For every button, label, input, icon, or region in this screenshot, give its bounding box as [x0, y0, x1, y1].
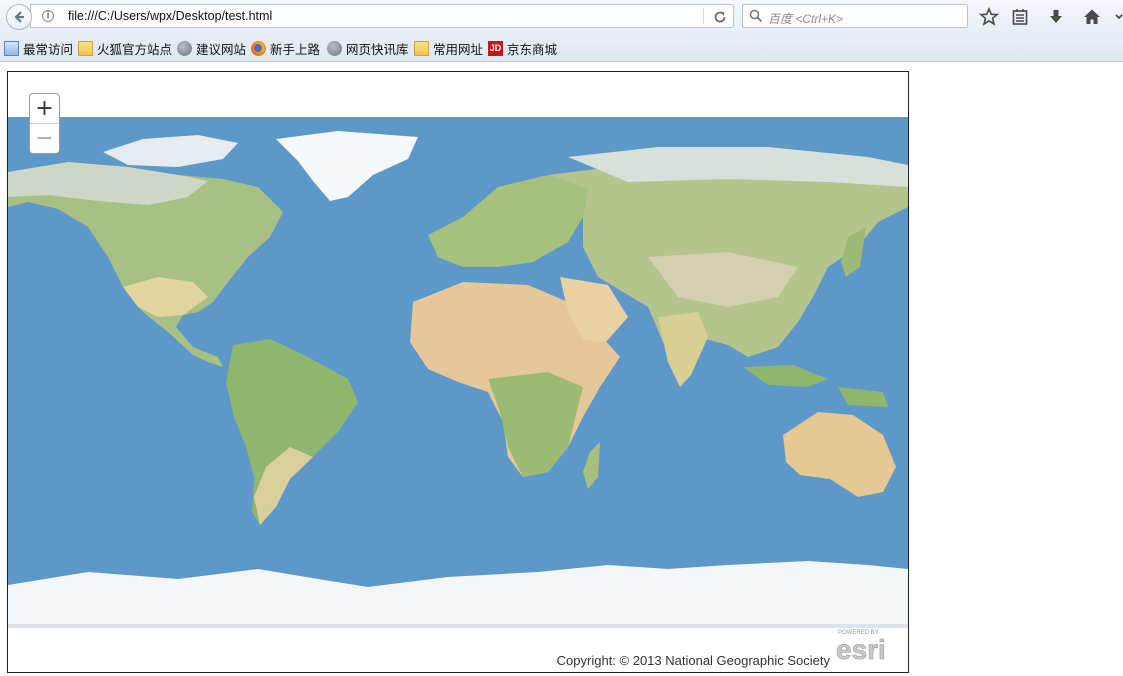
- bookmark-label: 新手上路: [270, 41, 321, 57]
- bookmark-jd[interactable]: JD 京东商城: [488, 40, 558, 57]
- bookmark-getting-started[interactable]: 新手上路: [251, 40, 321, 57]
- esri-brand-text: esri: [836, 634, 886, 662]
- home-icon[interactable]: [1082, 7, 1102, 27]
- bookmarks-toolbar: 最常访问 火狐官方站点 建议网站 新手上路 网页快讯库 常用网址 JD 京东商城: [0, 34, 1123, 62]
- reload-icon[interactable]: [712, 9, 728, 25]
- reading-list-icon[interactable]: [1010, 7, 1030, 27]
- jd-icon: JD: [488, 40, 503, 56]
- browser-toolbar: i file:///C:/Users/wpx/Desktop/test.html…: [0, 0, 1123, 34]
- zoom-in-button[interactable]: +: [30, 94, 59, 123]
- address-bar[interactable]: i file:///C:/Users/wpx/Desktop/test.html: [30, 4, 734, 28]
- bookmark-label: 网页快讯库: [346, 41, 409, 57]
- bookmark-label: 火狐官方站点: [97, 41, 173, 57]
- map-bottom-edge: [8, 624, 908, 628]
- world-map[interactable]: [8, 117, 908, 628]
- back-icon: [14, 11, 24, 23]
- bookmark-firefox-official[interactable]: 火狐官方站点: [78, 40, 173, 57]
- zoom-control: + −: [29, 93, 60, 154]
- most-visited-icon: [4, 40, 19, 56]
- bookmark-label: 最常访问: [23, 41, 74, 57]
- esri-logo[interactable]: POWERED BY esri: [836, 628, 898, 662]
- zoom-out-button[interactable]: −: [30, 123, 59, 153]
- bookmark-label: 常用网址: [433, 41, 484, 57]
- star-icon[interactable]: [979, 7, 999, 27]
- globe-icon: [327, 40, 342, 56]
- bookmark-label: 京东商城: [507, 41, 558, 57]
- map-attribution: Copyright: © 2013 National Geographic So…: [556, 653, 830, 668]
- search-bar[interactable]: 百度 <Ctrl+K>: [742, 4, 968, 28]
- info-icon[interactable]: i: [42, 10, 54, 22]
- bookmark-common-sites[interactable]: 常用网址: [414, 40, 484, 57]
- download-icon[interactable]: [1046, 7, 1066, 27]
- globe-icon: [177, 40, 192, 56]
- map-container[interactable]: + − Copyright: © 2013 National Geographi…: [7, 71, 909, 673]
- folder-icon: [78, 40, 93, 56]
- bookmark-web-slice-gallery[interactable]: 网页快讯库: [327, 40, 409, 57]
- search-icon: [749, 9, 763, 23]
- url-text[interactable]: file:///C:/Users/wpx/Desktop/test.html: [68, 9, 272, 23]
- bookmark-label: 建议网站: [196, 41, 247, 57]
- folder-icon: [414, 40, 429, 56]
- back-button[interactable]: [6, 4, 32, 30]
- bookmark-most-visited[interactable]: 最常访问: [4, 40, 74, 57]
- url-separator: [703, 8, 704, 24]
- overflow-chevron-icon[interactable]: [1114, 7, 1123, 27]
- bookmark-suggested-sites[interactable]: 建议网站: [177, 40, 247, 57]
- firefox-icon: [251, 40, 266, 56]
- search-placeholder: 百度 <Ctrl+K>: [768, 12, 844, 26]
